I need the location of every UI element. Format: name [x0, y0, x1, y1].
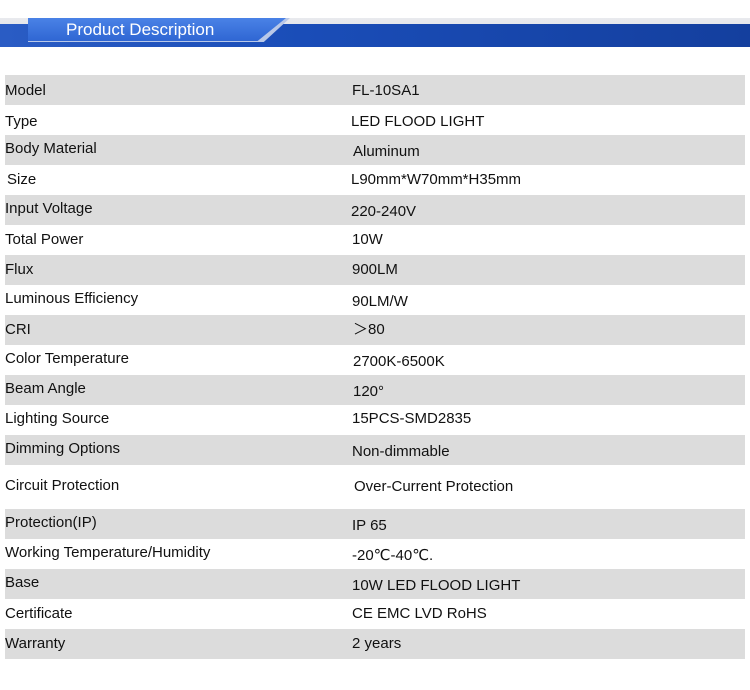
spec-label: CRI	[5, 321, 31, 338]
spec-row-body-material: Body Material Aluminum	[5, 135, 745, 165]
spec-label: Luminous Efficiency	[5, 290, 139, 307]
spec-value: LED FLOOD LIGHT	[351, 113, 485, 130]
spec-label: Working Temperature/Humidity	[5, 544, 211, 561]
spec-value: 90LM/W	[352, 293, 408, 310]
spec-label: Body Material	[5, 140, 97, 157]
spec-row-lighting-source: Lighting Source 15PCS-SMD2835	[5, 405, 745, 435]
spec-row-flux: Flux 900LM	[5, 255, 745, 285]
spec-value: L90mm*W70mm*H35mm	[351, 171, 522, 188]
spec-row-circuit-protection: Circuit Protection Over-Current Protecti…	[5, 465, 745, 509]
spec-value: 15PCS-SMD2835	[352, 410, 472, 427]
spec-label: Model	[5, 82, 46, 99]
spec-label: Certificate	[5, 605, 73, 622]
spec-row-beam-angle: Beam Angle 120°	[5, 375, 745, 405]
spec-row-luminous-efficiency: Luminous Efficiency 90LM/W	[5, 285, 745, 315]
spec-label: Dimming Options	[5, 440, 121, 457]
spec-value: 120°	[353, 383, 385, 400]
spec-label: Warranty	[5, 635, 66, 652]
spec-label: Input Voltage	[5, 200, 93, 217]
section-title: Product Description	[66, 20, 215, 39]
spec-label: Lighting Source	[5, 410, 110, 427]
spec-row-size: Size L90mm*W70mm*H35mm	[5, 165, 745, 195]
spec-value: Non-dimmable	[352, 443, 450, 460]
spec-value: 220-240V	[351, 203, 417, 220]
spec-value: 2 years	[352, 635, 402, 652]
spec-row-model: Model FL-10SA1	[5, 75, 745, 105]
spec-value: ＞80	[353, 321, 385, 338]
spec-row-type: Type LED FLOOD LIGHT	[5, 105, 745, 135]
spec-label: Circuit Protection	[5, 477, 120, 494]
spec-row-certificate: Certificate CE EMC LVD RoHS	[5, 599, 745, 629]
spec-label: Size	[7, 171, 37, 188]
section-banner: Product Description	[0, 18, 750, 47]
spec-label: Total Power	[5, 231, 84, 248]
spec-row-dimming-options: Dimming Options Non-dimmable	[5, 435, 745, 465]
spec-value: -20℃-40℃.	[352, 547, 434, 564]
spec-label: Color Temperature	[5, 350, 129, 367]
spec-value: IP 65	[352, 517, 387, 534]
spec-row-protection-ip: Protection(IP) IP 65	[5, 509, 745, 539]
spec-row-warranty: Warranty 2 years	[5, 629, 745, 659]
spec-value: 2700K-6500K	[353, 353, 445, 370]
spec-value: 10W	[352, 231, 383, 248]
spec-label: Type	[5, 113, 38, 130]
spec-value: 10W LED FLOOD LIGHT	[352, 577, 521, 594]
spec-value: 900LM	[352, 261, 398, 278]
spec-value: Aluminum	[353, 143, 420, 160]
spec-label: Flux	[5, 261, 34, 278]
spec-value: CE EMC LVD RoHS	[352, 605, 487, 622]
spec-value: Over-Current Protection	[354, 478, 514, 495]
spec-row-input-voltage: Input Voltage 220-240V	[5, 195, 745, 225]
spec-value: FL-10SA1	[352, 82, 420, 99]
spec-label: Base	[5, 574, 40, 591]
spec-row-base: Base 10W LED FLOOD LIGHT	[5, 569, 745, 599]
spec-row-color-temperature: Color Temperature 2700K-6500K	[5, 345, 745, 375]
spec-row-cri: CRI ＞80	[5, 315, 745, 345]
spec-row-working-temperature: Working Temperature/Humidity -20℃-40℃.	[5, 539, 745, 569]
spec-label: Protection(IP)	[5, 514, 97, 531]
spec-label: Beam Angle	[5, 380, 86, 397]
spec-row-total-power: Total Power 10W	[5, 225, 745, 255]
